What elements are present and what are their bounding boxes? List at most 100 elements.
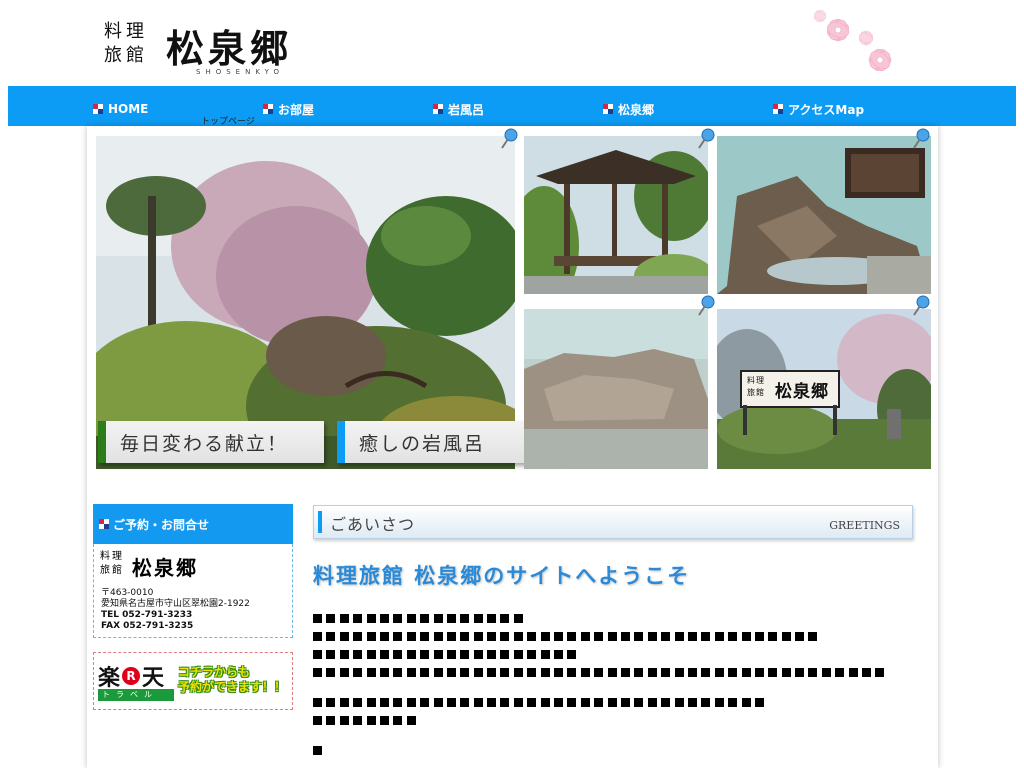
censored-glyph xyxy=(433,698,443,707)
censored-text-line xyxy=(313,740,326,755)
censored-glyph xyxy=(540,650,550,659)
censored-glyph xyxy=(460,698,470,707)
site-header: 料理旅館 松泉郷 SHOSENKYO xyxy=(0,0,1024,86)
censored-glyph xyxy=(580,632,590,641)
censored-glyph xyxy=(366,668,376,677)
censored-glyph xyxy=(353,698,363,707)
gazebo-image xyxy=(524,136,708,294)
censored-glyph xyxy=(647,698,657,707)
nav-label: アクセスMap xyxy=(788,102,865,117)
censored-glyph xyxy=(393,650,403,659)
censored-glyph xyxy=(687,668,697,677)
censored-glyph xyxy=(795,632,805,641)
censored-glyph xyxy=(446,614,456,623)
censored-glyph xyxy=(379,716,389,725)
censored-glyph xyxy=(580,698,590,707)
site-logo[interactable]: 料理旅館 松泉郷 SHOSENKYO xyxy=(104,16,324,80)
censored-text-line xyxy=(313,608,527,623)
gazebo-photo[interactable] xyxy=(524,136,708,294)
caption-daily-menu[interactable]: 毎日変わる献立！ xyxy=(98,421,324,463)
censored-glyph xyxy=(406,698,416,707)
cherry-blossom-decoration xyxy=(813,9,892,72)
censored-glyph xyxy=(473,698,483,707)
censored-glyph xyxy=(313,632,322,641)
censored-glyph xyxy=(808,668,818,677)
censored-glyph xyxy=(527,698,537,707)
rakuten-travel-banner[interactable]: 楽 R 天 トラベル コチラからも 予約ができます！！ xyxy=(93,652,293,710)
rakuten-banner-text: コチラからも 予約ができます！！ xyxy=(178,665,286,695)
censored-glyph xyxy=(366,698,376,707)
censored-glyph xyxy=(540,668,550,677)
censored-glyph xyxy=(433,650,443,659)
censored-glyph xyxy=(313,698,322,707)
rakuten-line-2: 予約ができます！！ xyxy=(178,680,287,694)
nav-home-subtitle: トップページ xyxy=(201,117,255,127)
censored-glyph xyxy=(781,632,791,641)
censored-glyph xyxy=(661,698,671,707)
censored-glyph xyxy=(313,746,322,755)
censored-glyph xyxy=(607,668,617,677)
censored-glyph xyxy=(433,668,443,677)
bath-photo[interactable] xyxy=(717,136,931,294)
garden-photo[interactable] xyxy=(96,136,515,469)
censored-glyph xyxy=(393,614,403,623)
censored-glyph xyxy=(661,668,671,677)
nav-item-rooms[interactable]: お部屋 xyxy=(263,102,314,117)
nav-item-home[interactable]: HOME xyxy=(93,102,148,116)
censored-glyph xyxy=(875,668,885,677)
censored-glyph xyxy=(567,650,577,659)
censored-glyph xyxy=(313,614,322,623)
censored-glyph xyxy=(701,632,711,641)
censored-glyph xyxy=(326,698,336,707)
censored-glyph xyxy=(500,668,510,677)
garden-image xyxy=(96,136,515,469)
nav-item-about[interactable]: 松泉郷 xyxy=(603,102,654,117)
censored-glyph xyxy=(527,668,537,677)
steam-bath-photo[interactable] xyxy=(524,309,708,469)
censored-glyph xyxy=(674,668,684,677)
censored-glyph xyxy=(420,632,430,641)
censored-glyph xyxy=(353,668,363,677)
censored-glyph xyxy=(446,632,456,641)
censored-text-line xyxy=(313,662,889,677)
entrance-sign-photo[interactable]: 料理旅館 松泉郷 xyxy=(717,309,931,469)
censored-glyph xyxy=(540,698,550,707)
pushpin-icon xyxy=(698,295,715,316)
censored-glyph xyxy=(594,698,604,707)
censored-glyph xyxy=(768,632,778,641)
censored-glyph xyxy=(620,668,630,677)
censored-glyph xyxy=(862,668,872,677)
censored-glyph xyxy=(446,698,456,707)
censored-glyph xyxy=(580,668,590,677)
censored-glyph xyxy=(567,632,577,641)
censored-glyph xyxy=(473,632,483,641)
censored-glyph xyxy=(406,716,416,725)
nav-item-access[interactable]: アクセスMap xyxy=(773,102,865,117)
censored-glyph xyxy=(326,632,336,641)
censored-glyph xyxy=(741,698,751,707)
censored-glyph xyxy=(460,650,470,659)
censored-glyph xyxy=(500,698,510,707)
censored-glyph xyxy=(754,632,764,641)
censored-glyph xyxy=(339,632,349,641)
censored-glyph xyxy=(647,632,657,641)
censored-glyph xyxy=(701,698,711,707)
postal-code: 〒463-0010 xyxy=(101,588,154,598)
censored-glyph xyxy=(607,698,617,707)
censored-glyph xyxy=(513,668,523,677)
censored-glyph xyxy=(848,668,858,677)
contact-logo-subtitle: 料理旅館 xyxy=(100,551,124,576)
censored-glyph xyxy=(728,668,738,677)
censored-glyph xyxy=(313,716,322,725)
censored-glyph xyxy=(487,650,497,659)
censored-glyph xyxy=(607,632,617,641)
censored-glyph xyxy=(366,614,376,623)
reservation-heading[interactable]: ご予約・お問合せ xyxy=(93,504,293,544)
censored-glyph xyxy=(687,632,697,641)
censored-glyph xyxy=(433,632,443,641)
censored-glyph xyxy=(446,668,456,677)
nav-item-rock-bath[interactable]: 岩風呂 xyxy=(433,102,484,117)
pushpin-icon xyxy=(698,128,715,149)
phone-number[interactable]: TEL 052-791-3233 xyxy=(101,610,250,621)
censored-glyph xyxy=(540,632,550,641)
